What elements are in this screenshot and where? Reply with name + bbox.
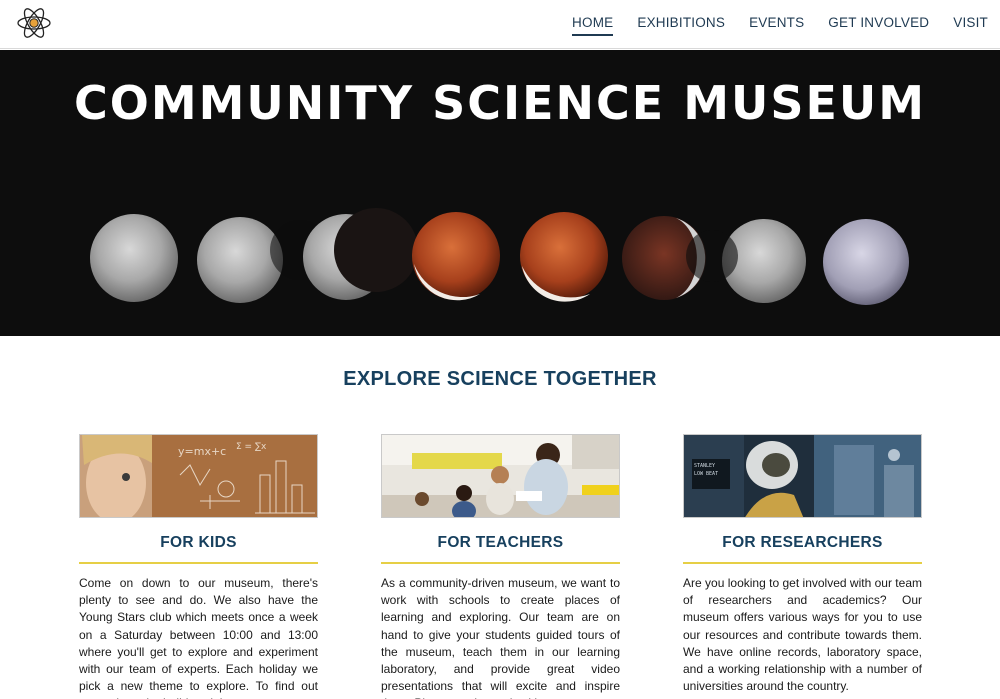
svg-text:STANLEY: STANLEY bbox=[694, 463, 715, 469]
card-text: As a community-driven museum, we want to… bbox=[381, 576, 620, 699]
card-text: Are you looking to get involved with our… bbox=[683, 576, 922, 694]
nav-visit-link[interactable]: VISIT bbox=[953, 13, 988, 36]
svg-text:Σ = ∑x: Σ = ∑x bbox=[236, 442, 267, 452]
card-title: FOR RESEARCHERS bbox=[683, 534, 922, 564]
card-for-teachers: FOR TEACHERS As a community-driven museu… bbox=[381, 434, 620, 699]
nav-home-link[interactable]: HOME bbox=[572, 13, 614, 36]
svg-text:y=mx+c: y=mx+c bbox=[178, 445, 226, 458]
main-menu: HOME EXHIBITIONS EVENTS GET INVOLVED VIS… bbox=[572, 0, 1000, 49]
card-for-researchers: STANLEY LOW BEAT FOR RESEARCHERS Are you… bbox=[683, 434, 922, 695]
child-chalkboard-photo: y=mx+c Σ = ∑x bbox=[79, 434, 318, 518]
card-title: FOR TEACHERS bbox=[381, 534, 620, 564]
nav-get-involved-link[interactable]: GET INVOLVED bbox=[828, 13, 929, 36]
card-title: FOR KIDS bbox=[79, 534, 318, 564]
moon-phase-8 bbox=[823, 219, 909, 305]
card-for-kids: y=mx+c Σ = ∑x FOR KIDS Come on down to o… bbox=[79, 434, 318, 699]
moon-phase-4 bbox=[412, 212, 500, 301]
teacher-reading-photo bbox=[381, 434, 620, 518]
moon-phase-3 bbox=[303, 208, 418, 300]
astronaut-helmet-photo: STANLEY LOW BEAT bbox=[683, 434, 922, 518]
top-navbar: HOME EXHIBITIONS EVENTS GET INVOLVED VIS… bbox=[0, 0, 1000, 49]
section-title: EXPLORE SCIENCE TOGETHER bbox=[343, 368, 657, 390]
hero-title: COMMUNITY SCIENCE MUSEUM bbox=[73, 76, 926, 130]
moon-phase-1 bbox=[90, 214, 178, 302]
moon-phase-7 bbox=[686, 219, 806, 303]
nav-exhibitions-link[interactable]: EXHIBITIONS bbox=[637, 13, 725, 36]
card-text: Come on down to our museum, there's plen… bbox=[79, 576, 318, 699]
moon-phase-5 bbox=[520, 212, 608, 302]
nav-events-link[interactable]: EVENTS bbox=[749, 13, 804, 36]
hero-banner: COMMUNITY SCIENCE MUSEUM bbox=[0, 50, 1000, 336]
atom-logo-icon[interactable] bbox=[16, 5, 52, 41]
svg-text:LOW BEAT: LOW BEAT bbox=[694, 471, 718, 477]
